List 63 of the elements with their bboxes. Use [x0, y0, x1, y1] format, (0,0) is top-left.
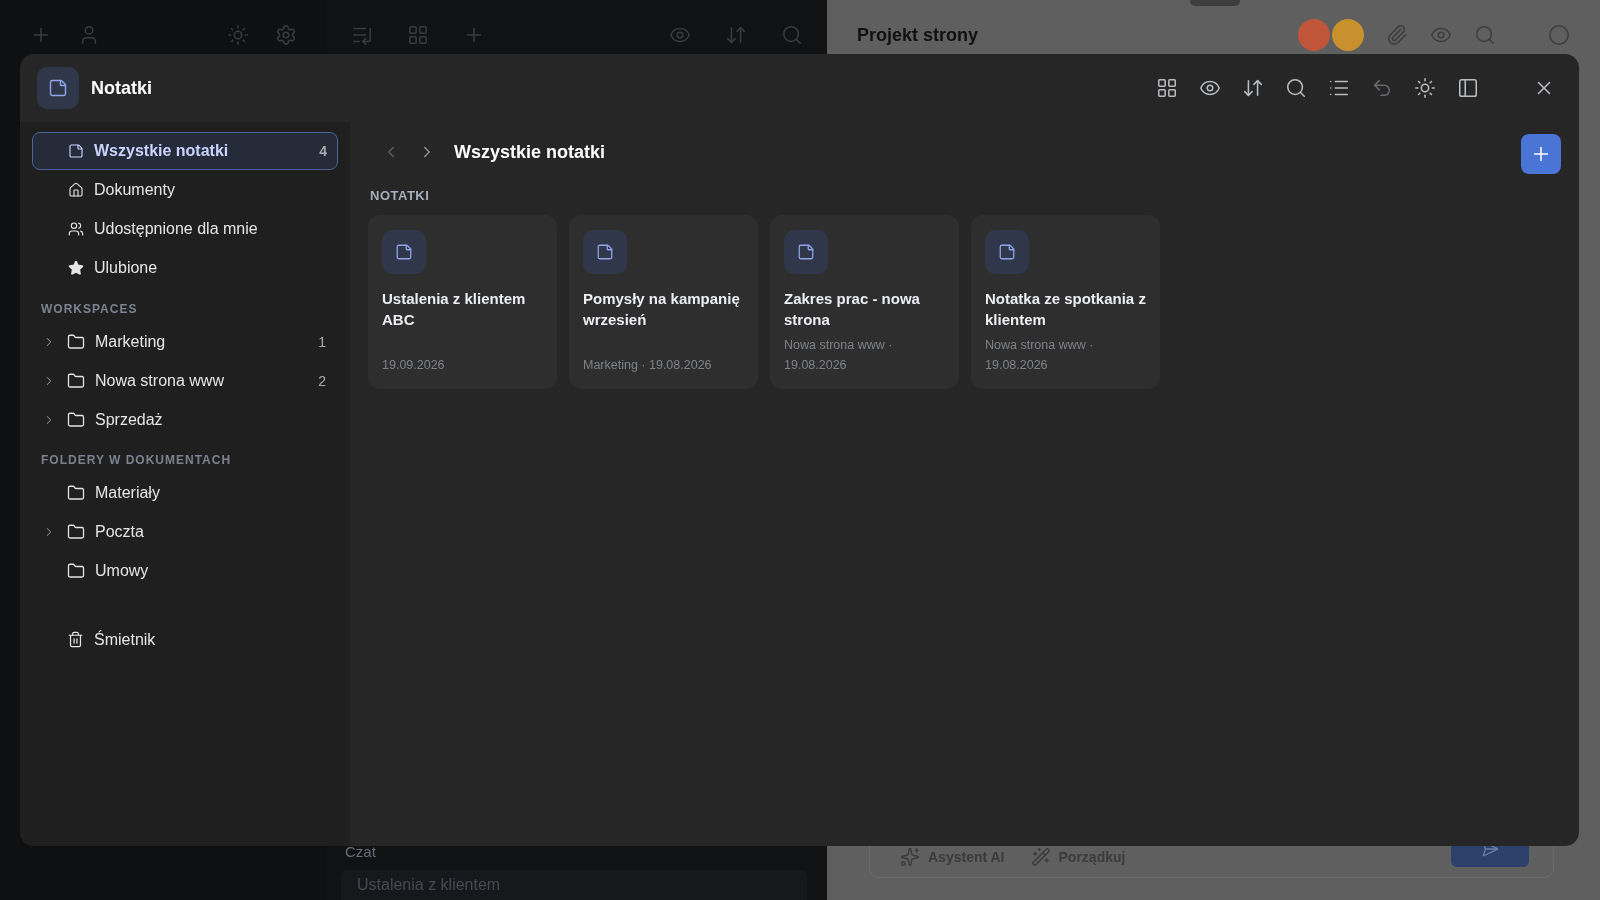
nav-item[interactable]: Dokumenty	[32, 171, 338, 209]
section-heading: FOLDERY W DOKUMENTACH	[40, 452, 233, 469]
folder-item[interactable]: Materiały	[95, 483, 326, 502]
note-card[interactable]: Pomysły na kampanię wrzesień Marketing · 19.08.2026	[569, 215, 758, 389]
folder-icon	[67, 410, 85, 429]
note-glyph-icon	[48, 78, 68, 98]
section-heading: WORKSPACES	[40, 301, 139, 318]
folder-item[interactable]: Marketing	[95, 332, 309, 351]
note-meta: Marketing · 19.08.2026	[583, 357, 713, 374]
nav-item[interactable]: Udostępnione dla mnie	[32, 210, 338, 248]
undo-icon[interactable]	[1371, 77, 1393, 99]
item-count: 2	[318, 372, 326, 389]
folder-icon	[67, 522, 85, 541]
trash-item[interactable]: Śmietnik	[94, 630, 326, 649]
note-card[interactable]: Zakres prac - nowa strona Nowa strona www · 19.08.2026	[770, 215, 959, 389]
note-glyph-icon	[998, 243, 1016, 261]
note-card[interactable]: Ustalenia z klientem ABC 19.09.2026	[368, 215, 557, 389]
note-glyph-icon	[395, 243, 413, 261]
folder-item[interactable]: Poczta	[95, 522, 326, 541]
folder-item[interactable]: Nowa strona www	[95, 371, 309, 390]
search-icon[interactable]	[1285, 77, 1307, 99]
dialog-title: Notatki	[91, 77, 152, 99]
people-icon	[68, 221, 84, 237]
folder-icon	[67, 332, 85, 351]
nav-item[interactable]: Ulubione	[32, 249, 338, 287]
drag-handle[interactable]	[1190, 0, 1240, 6]
note-title: Ustalenia z klientem ABC	[382, 289, 527, 330]
paperclip-icon[interactable]	[1386, 24, 1408, 46]
folder-item[interactable]: Umowy	[95, 561, 326, 580]
note-title: Notatka ze spotkania z klientem	[985, 289, 1146, 330]
folder-icon	[67, 371, 85, 390]
star-icon	[68, 260, 84, 276]
wand-icon	[1030, 847, 1051, 867]
folder-icon	[67, 483, 85, 502]
note-card[interactable]: Notatka ze spotkania z klientem Nowa strona www · 19.08.2026	[971, 215, 1160, 389]
note-meta: Nowa strona www · 19.08.2026	[784, 337, 894, 374]
folder-item[interactable]: Sprzedaż	[95, 410, 326, 429]
section-label: Czat	[344, 843, 377, 860]
folder-icon	[67, 561, 85, 580]
house-icon	[68, 182, 84, 198]
settings-icon[interactable]	[275, 24, 297, 46]
grid-icon[interactable]	[1156, 77, 1178, 99]
nav-item[interactable]: Wszystkie notatki 4	[32, 132, 338, 170]
note-glyph-icon	[596, 243, 614, 261]
note-title: Zakres prac - nowa strona	[784, 289, 921, 330]
section-heading: NOTATKI	[370, 188, 431, 203]
sort-icon[interactable]	[1242, 77, 1264, 99]
avatar[interactable]	[1298, 19, 1330, 51]
note-meta: 19.09.2026	[382, 357, 446, 374]
sun-icon[interactable]	[1414, 77, 1436, 99]
trash-icon	[67, 631, 84, 648]
sparkles-icon	[900, 847, 920, 867]
note-icon	[68, 143, 84, 159]
breadcrumb-title: Wszystkie notatki	[454, 141, 606, 163]
note-glyph-icon	[797, 243, 815, 261]
note-title: Pomysły na kampanię wrzesień	[583, 289, 741, 330]
circle-icon[interactable]	[1548, 24, 1570, 46]
page-title: Projekt strony	[857, 24, 979, 46]
item-count: 1	[318, 333, 326, 350]
avatar[interactable]	[1332, 19, 1364, 51]
sidebar-toggle-icon[interactable]	[1457, 77, 1479, 99]
note-meta: Nowa strona www · 19.08.2026	[985, 337, 1095, 374]
add-button[interactable]	[1521, 134, 1561, 174]
